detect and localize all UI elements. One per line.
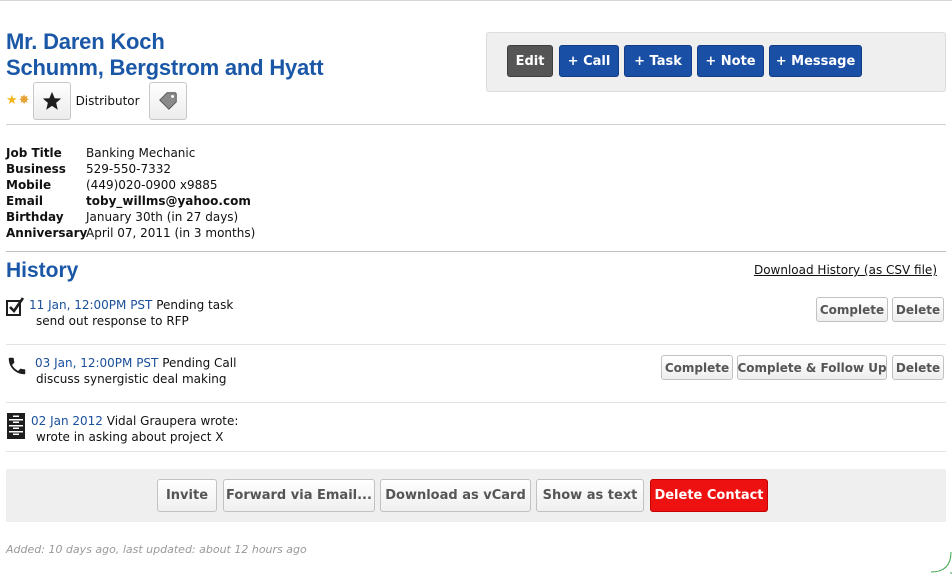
tag-button[interactable] bbox=[148, 82, 187, 120]
history-text: send out response to RFP bbox=[36, 314, 189, 328]
complete-task-button[interactable]: Complete bbox=[816, 297, 888, 322]
history-item-header: 02 Jan 2012 Vidal Graupera wrote: bbox=[31, 413, 238, 429]
email-label: Email bbox=[6, 194, 44, 208]
history-divider bbox=[6, 251, 946, 252]
phone-icon bbox=[6, 355, 28, 380]
birthday-value: January 30th (in 27 days) bbox=[86, 210, 239, 224]
history-item-header: 11 Jan, 12:00PM PST Pending task bbox=[29, 297, 233, 313]
history-kind: Pending task bbox=[156, 298, 234, 312]
star-icon: ★ bbox=[6, 93, 18, 108]
show-as-text-button[interactable]: Show as text bbox=[536, 479, 644, 512]
mobile-phone-value: (449)020-0900 x9885 bbox=[86, 178, 218, 192]
contact-details: Job Title Banking Mechanic Business 529-… bbox=[6, 145, 255, 241]
history-kind: Pending Call bbox=[162, 356, 237, 370]
checkbox-icon bbox=[6, 297, 25, 320]
anniversary-label: Anniversary bbox=[6, 226, 88, 240]
history-item: 11 Jan, 12:00PM PST Pending task send ou… bbox=[6, 297, 946, 337]
delete-call-button[interactable]: Delete bbox=[892, 355, 944, 380]
add-task-button[interactable]: + Task bbox=[624, 45, 692, 77]
contact-header: Mr. Daren Koch Schumm, Bergstrom and Hya… bbox=[6, 29, 324, 81]
detail-row: Business 529-550-7332 bbox=[6, 161, 255, 177]
history-item: 02 Jan 2012 Vidal Graupera wrote: wrote … bbox=[6, 413, 946, 453]
black-star-icon bbox=[42, 91, 61, 110]
row-divider bbox=[6, 451, 946, 452]
business-phone-value: 529-550-7332 bbox=[86, 162, 172, 176]
invite-button[interactable]: Invite bbox=[157, 479, 217, 512]
complete-call-button[interactable]: Complete bbox=[661, 355, 733, 380]
anniversary-value: April 07, 2011 (in 3 months) bbox=[86, 226, 256, 240]
contact-action-bar: Edit + Call + Task + Note + Message bbox=[486, 32, 946, 92]
rosette-icon: ✸ bbox=[18, 93, 30, 108]
download-history-link[interactable]: Download History (as CSV file) bbox=[754, 263, 937, 277]
forward-email-button[interactable]: Forward via Email... bbox=[223, 479, 375, 512]
delete-contact-button[interactable]: Delete Contact bbox=[650, 479, 768, 512]
contact-badges: ★ ✸ Distributor bbox=[6, 82, 187, 120]
history-date: 03 Jan, 12:00PM PST bbox=[35, 356, 159, 370]
history-date: 11 Jan, 12:00PM PST bbox=[29, 298, 153, 312]
detail-row: Anniversary April 07, 2011 (in 3 months) bbox=[6, 225, 255, 241]
complete-follow-up-button[interactable]: Complete & Follow Up bbox=[737, 355, 887, 380]
tag-icon bbox=[158, 92, 177, 110]
star-rating-button[interactable] bbox=[32, 82, 71, 120]
header-divider bbox=[6, 124, 946, 125]
detail-row: Job Title Banking Mechanic bbox=[6, 145, 255, 161]
birthday-label: Birthday bbox=[6, 210, 64, 224]
add-message-button[interactable]: + Message bbox=[769, 45, 862, 77]
business-label: Business bbox=[6, 162, 66, 176]
history-item-header: 03 Jan, 12:00PM PST Pending Call bbox=[35, 355, 236, 371]
added-updated-text: Added: 10 days ago, last updated: about … bbox=[6, 543, 307, 556]
email-link[interactable]: toby_willms@yahoo.com bbox=[86, 193, 251, 209]
mobile-label: Mobile bbox=[6, 178, 52, 192]
row-divider bbox=[6, 402, 946, 403]
detail-row: Mobile (449)020-0900 x9885 bbox=[6, 177, 255, 193]
history-text: wrote in asking about project X bbox=[36, 430, 224, 444]
contact-name: Mr. Daren Koch bbox=[6, 29, 165, 54]
detail-row: Birthday January 30th (in 27 days) bbox=[6, 209, 255, 225]
history-kind: Vidal Graupera wrote: bbox=[106, 414, 239, 428]
top-divider bbox=[0, 0, 952, 1]
job-title-label: Job Title bbox=[6, 146, 62, 160]
contact-tag: Distributor bbox=[75, 94, 140, 108]
company-name: Schumm, Bergstrom and Hyatt bbox=[6, 55, 324, 80]
add-note-button[interactable]: + Note bbox=[697, 45, 764, 77]
download-vcard-button[interactable]: Download as vCard bbox=[380, 479, 531, 512]
history-text: discuss synergistic deal making bbox=[36, 372, 227, 386]
delete-task-button[interactable]: Delete bbox=[892, 297, 944, 322]
footer-action-bar: Invite Forward via Email... Download as … bbox=[6, 469, 946, 522]
edit-button[interactable]: Edit bbox=[507, 45, 553, 77]
job-title-value: Banking Mechanic bbox=[86, 146, 196, 160]
detail-row: Email toby_willms@yahoo.com bbox=[6, 193, 255, 209]
history-item: 03 Jan, 12:00PM PST Pending Call discuss… bbox=[6, 355, 946, 395]
filing-cabinet-icon bbox=[6, 413, 26, 442]
resize-corner-icon bbox=[928, 550, 952, 577]
row-divider bbox=[6, 344, 946, 345]
history-date: 02 Jan 2012 bbox=[31, 414, 103, 428]
add-call-button[interactable]: + Call bbox=[559, 45, 619, 77]
history-title: History bbox=[6, 259, 79, 282]
